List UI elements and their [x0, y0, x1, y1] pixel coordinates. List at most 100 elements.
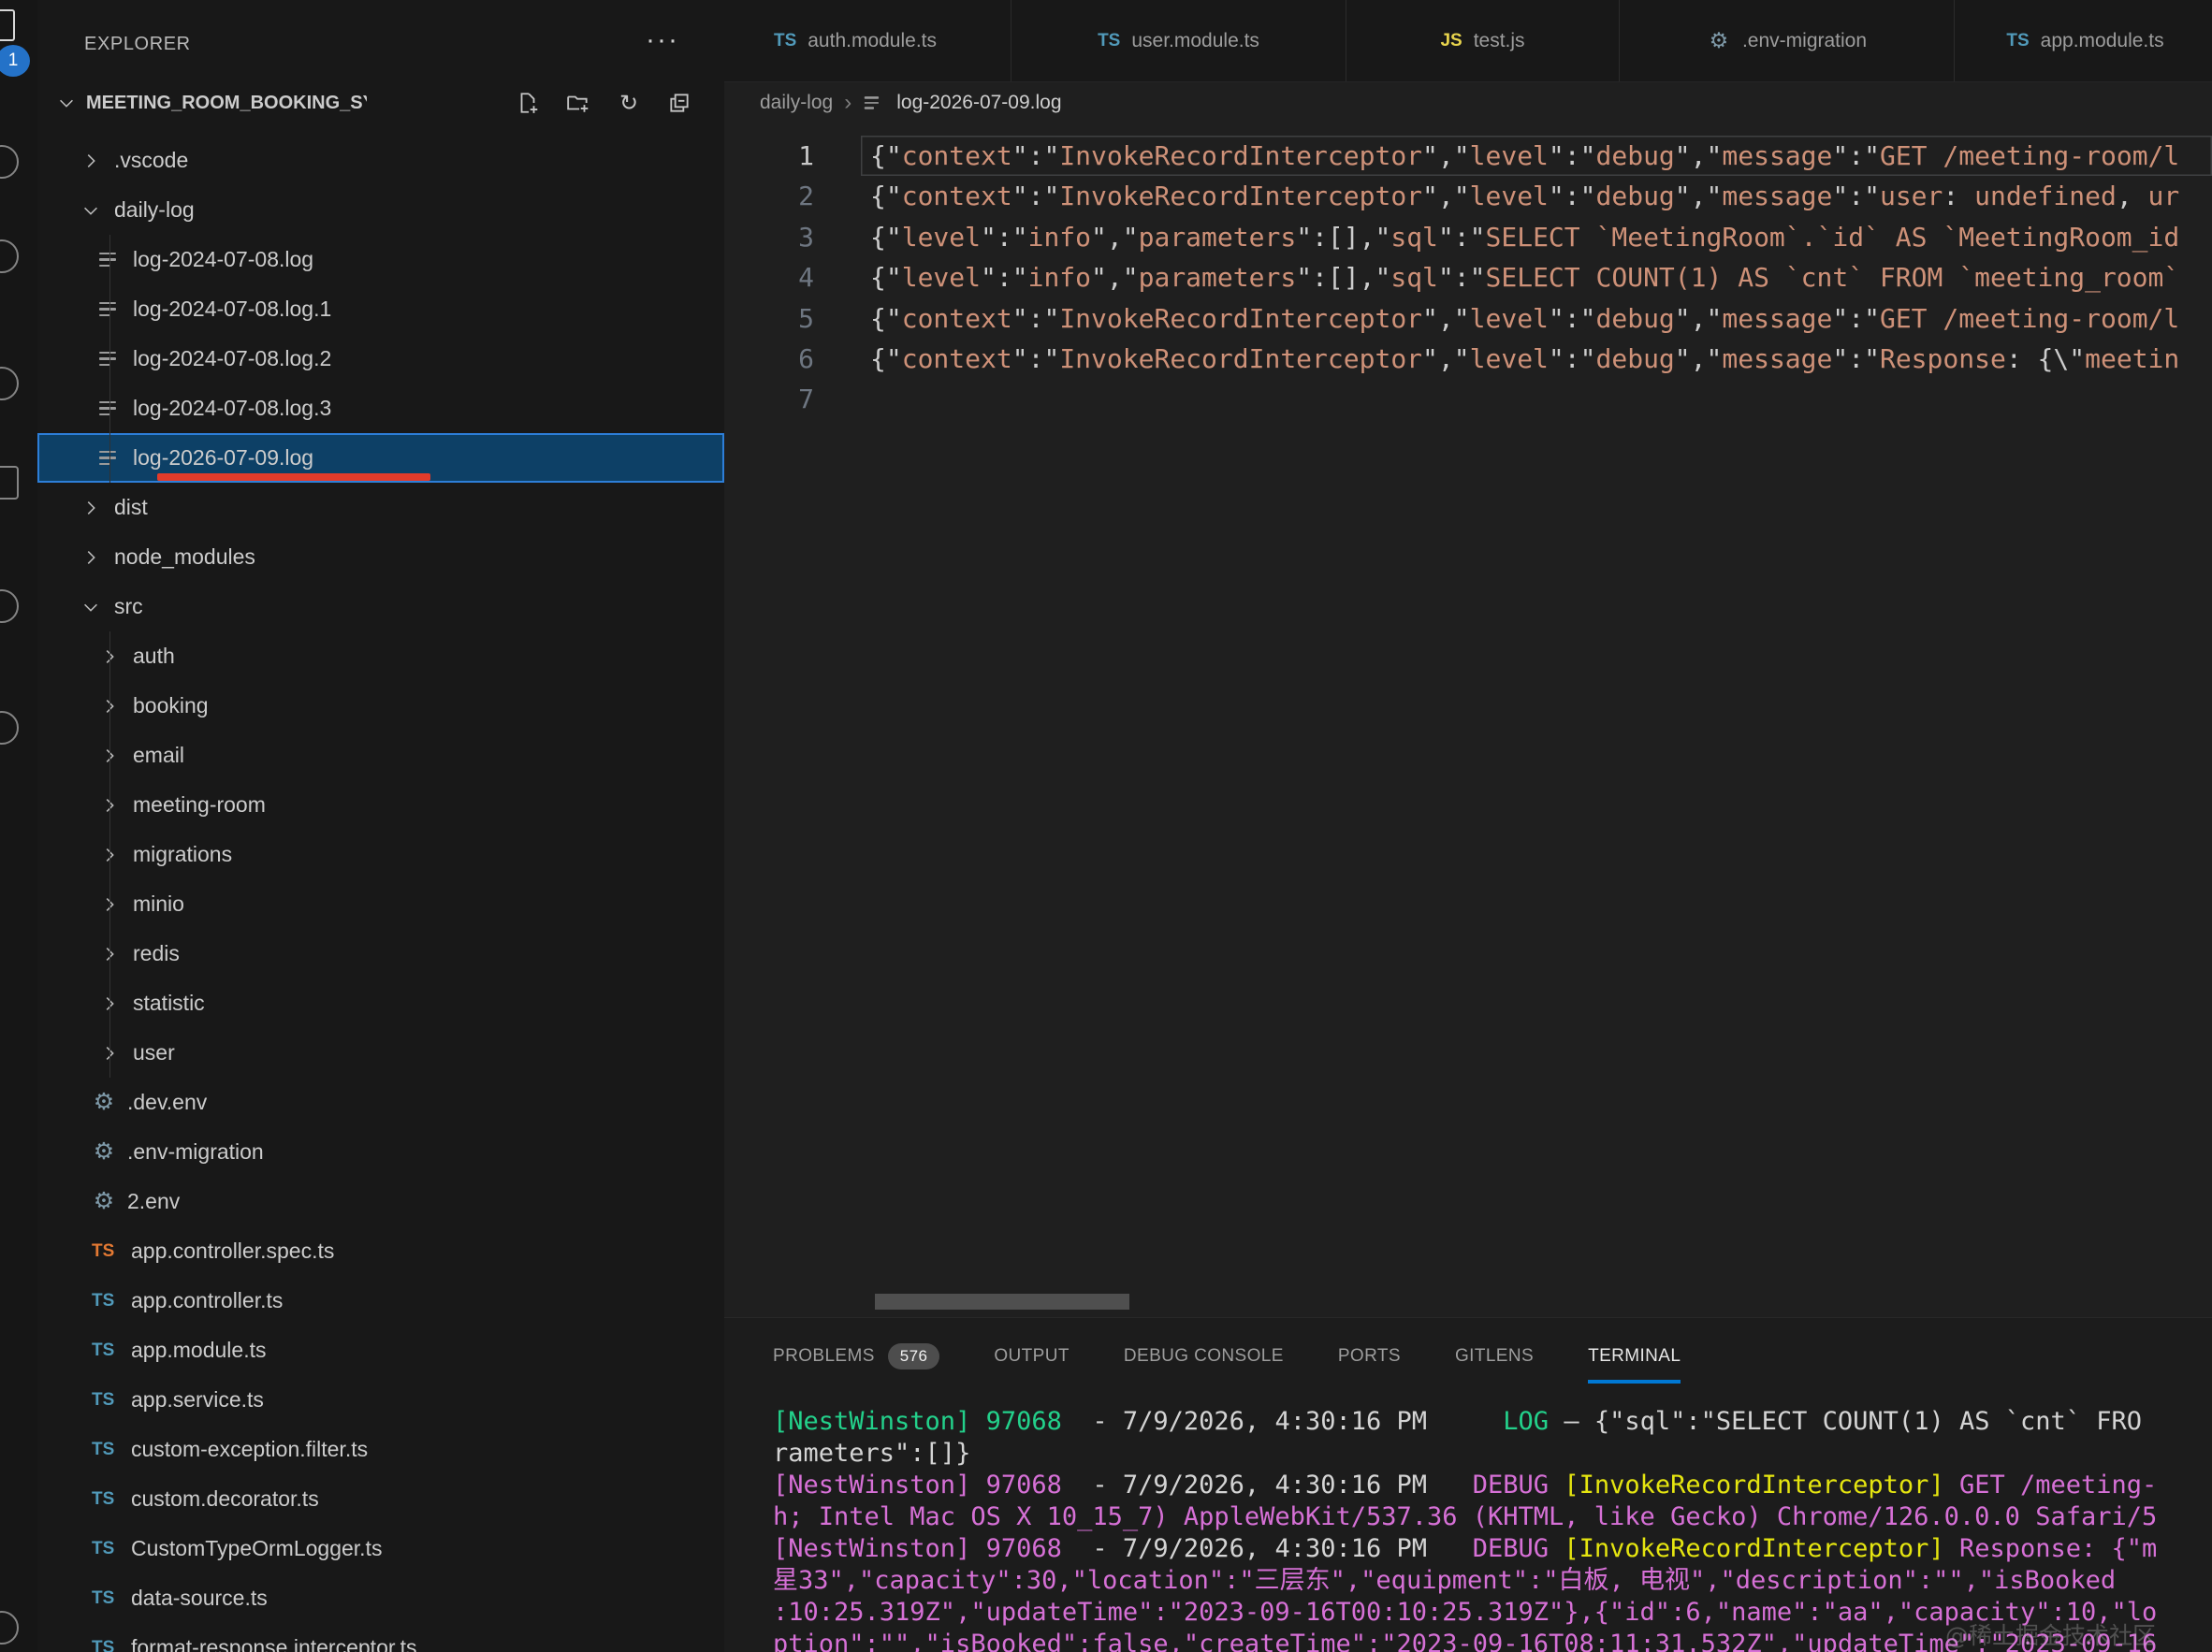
typescript-icon: TS: [92, 1390, 120, 1411]
typescript-icon: TS: [92, 1291, 120, 1311]
tree-item-migrations[interactable]: migrations: [37, 830, 724, 879]
source-control-icon[interactable]: [0, 239, 19, 273]
tree-item-label: format-response.interceptor.ts: [131, 1635, 417, 1652]
tree-item-env-migration[interactable]: ⚙.env-migration: [37, 1127, 724, 1177]
tree-item-format-response-interceptor-ts[interactable]: TS format-response.interceptor.ts: [37, 1623, 724, 1652]
tree-item-dev-env[interactable]: ⚙.dev.env: [37, 1078, 724, 1127]
tree-item-label: log-2024-07-08.log.3: [133, 396, 331, 421]
panel-tab-ports[interactable]: PORTS: [1338, 1318, 1401, 1395]
tab-user-module-ts[interactable]: TSuser.module.ts: [1011, 0, 1346, 81]
line-number: 7: [724, 379, 814, 419]
tree-item-label: migrations: [133, 842, 232, 867]
panel-tab-gitlens[interactable]: GITLENS: [1455, 1318, 1534, 1395]
tree-item-label: log-2024-07-08.log.1: [133, 297, 331, 322]
new-file-icon[interactable]: [515, 90, 541, 116]
code-lines: {"context":"InvokeRecordInterceptor","le…: [861, 136, 2212, 420]
tree-item-daily-log[interactable]: daily-log: [37, 185, 724, 235]
log-file-icon: [99, 352, 122, 367]
tree-item-user[interactable]: user: [37, 1028, 724, 1078]
javascript-icon: JS: [1440, 31, 1462, 51]
line-number: 4: [724, 257, 814, 297]
terminal-output[interactable]: [NestWinston] 97068 - 7/9/2026, 4:30:16 …: [773, 1406, 2212, 1652]
tree-item-app-controller-ts[interactable]: TSapp.controller.ts: [37, 1276, 724, 1326]
tree-item-custom-decorator-ts[interactable]: TScustom.decorator.ts: [37, 1474, 724, 1524]
typescript-icon: TS: [2006, 31, 2029, 51]
tab-test-js[interactable]: JS test.js: [1346, 0, 1620, 81]
tree-item-log-2024-07-08-log[interactable]: log-2024-07-08.log: [37, 235, 724, 284]
tree-item-2-env[interactable]: ⚙2.env: [37, 1177, 724, 1226]
gear-icon: ⚙: [92, 1091, 116, 1114]
more-actions-icon[interactable]: ···: [646, 24, 679, 56]
tree-item-src[interactable]: src: [37, 582, 724, 631]
explorer-icon[interactable]: [0, 9, 15, 41]
breadcrumb-file[interactable]: log-2026-07-09.log: [896, 92, 1061, 114]
typescript-icon: TS: [1098, 31, 1120, 51]
tree-item-app-module-ts[interactable]: TSapp.module.ts: [37, 1326, 724, 1375]
tree-item-data-source-ts[interactable]: TSdata-source.ts: [37, 1573, 724, 1623]
refresh-icon[interactable]: ↻: [616, 90, 642, 116]
tree-item-customtypeormlogger-ts[interactable]: TSCustomTypeOrmLogger.ts: [37, 1524, 724, 1573]
tab-app-module-ts[interactable]: TSapp.module.ts: [1955, 0, 2212, 81]
tree-item-node-modules[interactable]: node_modules: [37, 532, 724, 582]
tree-item-log-2024-07-08-log-3[interactable]: log-2024-07-08.log.3: [37, 384, 724, 433]
activity-bar: 1: [0, 0, 38, 1652]
typescript-icon: TS: [774, 31, 796, 51]
tree-item-statistic[interactable]: statistic: [37, 978, 724, 1028]
run-debug-icon[interactable]: [0, 367, 19, 400]
typescript-icon: TS: [92, 1638, 120, 1652]
tab-auth-module-ts[interactable]: TSauth.module.ts: [724, 0, 1011, 81]
chevron-right-icon: [79, 496, 103, 520]
tree-item-minio[interactable]: minio: [37, 879, 724, 929]
tree-item-meeting-room[interactable]: meeting-room: [37, 780, 724, 830]
panel-tab-problems[interactable]: PROBLEMS576: [773, 1318, 939, 1395]
panel-tab-output[interactable]: OUTPUT: [994, 1318, 1070, 1395]
tree-item-email[interactable]: email: [37, 731, 724, 780]
chevron-down-icon: [54, 91, 79, 115]
workspace-section-header[interactable]: MEETING_ROOM_BOOKING_SY... ↻: [37, 77, 724, 129]
breadcrumb-folder[interactable]: daily-log: [760, 92, 833, 114]
tree-item-app-service-ts[interactable]: TSapp.service.ts: [37, 1375, 724, 1425]
tree-item-redis[interactable]: redis: [37, 929, 724, 978]
indent-guide: [109, 631, 110, 1078]
terminal-line: [NestWinston] 97068 - 7/9/2026, 4:30:16 …: [773, 1470, 2212, 1501]
panel-tab-terminal[interactable]: TERMINAL: [1588, 1318, 1681, 1395]
code-editor[interactable]: 1234567 {"context":"InvokeRecordIntercep…: [724, 123, 2212, 1317]
tree-item-custom-exception-filter-ts[interactable]: TScustom-exception.filter.ts: [37, 1425, 724, 1474]
tree-item-app-controller-spec-ts[interactable]: TSapp.controller.spec.ts: [37, 1226, 724, 1276]
terminal-line: [NestWinston] 97068 - 7/9/2026, 4:30:16 …: [773, 1533, 2212, 1565]
chevron-right-icon: [79, 545, 103, 570]
typescript-test-icon: TS: [92, 1241, 120, 1262]
tree-item-dist[interactable]: dist: [37, 483, 724, 532]
tree-item-auth[interactable]: auth: [37, 631, 724, 681]
tree-item-label: user: [133, 1040, 175, 1065]
tab-label: test.js: [1474, 30, 1525, 52]
tree-item-log-2024-07-08-log-1[interactable]: log-2024-07-08.log.1: [37, 284, 724, 334]
new-folder-icon[interactable]: [565, 90, 591, 116]
settings-icon[interactable]: [0, 711, 19, 745]
log-file-icon: [99, 253, 122, 268]
panel-tab-debug-console[interactable]: DEBUG CONSOLE: [1124, 1318, 1284, 1395]
log-file-icon: [99, 302, 122, 317]
collapse-all-icon[interactable]: [666, 90, 692, 116]
breadcrumb[interactable]: daily-log › log-2026-07-09.log: [724, 82, 2212, 123]
panel-tab-label: PORTS: [1338, 1346, 1401, 1367]
horizontal-scrollbar[interactable]: [875, 1294, 1129, 1310]
manage-icon[interactable]: [0, 1611, 19, 1645]
code-line: {"level":"info","parameters":[],"sql":"S…: [861, 217, 2212, 257]
tree-item-booking[interactable]: booking: [37, 681, 724, 731]
section-actions: ↻: [515, 90, 692, 116]
tab-env-migration[interactable]: ⚙.env-migration: [1620, 0, 1955, 81]
profile-icon[interactable]: [0, 589, 19, 623]
tree-item-label: statistic: [133, 991, 205, 1016]
tree-item-log-2026-07-09-log[interactable]: log-2026-07-09.log: [37, 433, 724, 483]
problems-count-badge: 576: [888, 1343, 940, 1369]
tree-item-label: node_modules: [114, 544, 255, 570]
sidebar-header: EXPLORER ···: [37, 0, 724, 60]
code-line: [861, 379, 2212, 419]
tree-item-vscode[interactable]: .vscode: [37, 136, 724, 185]
tree-item-log-2024-07-08-log-2[interactable]: log-2024-07-08.log.2: [37, 334, 724, 384]
extensions-icon[interactable]: [0, 466, 19, 500]
log-file-icon: [865, 96, 883, 109]
search-icon[interactable]: [0, 145, 19, 179]
terminal-line: 星33","capacity":30,"location":"三层东","equ…: [773, 1565, 2212, 1597]
